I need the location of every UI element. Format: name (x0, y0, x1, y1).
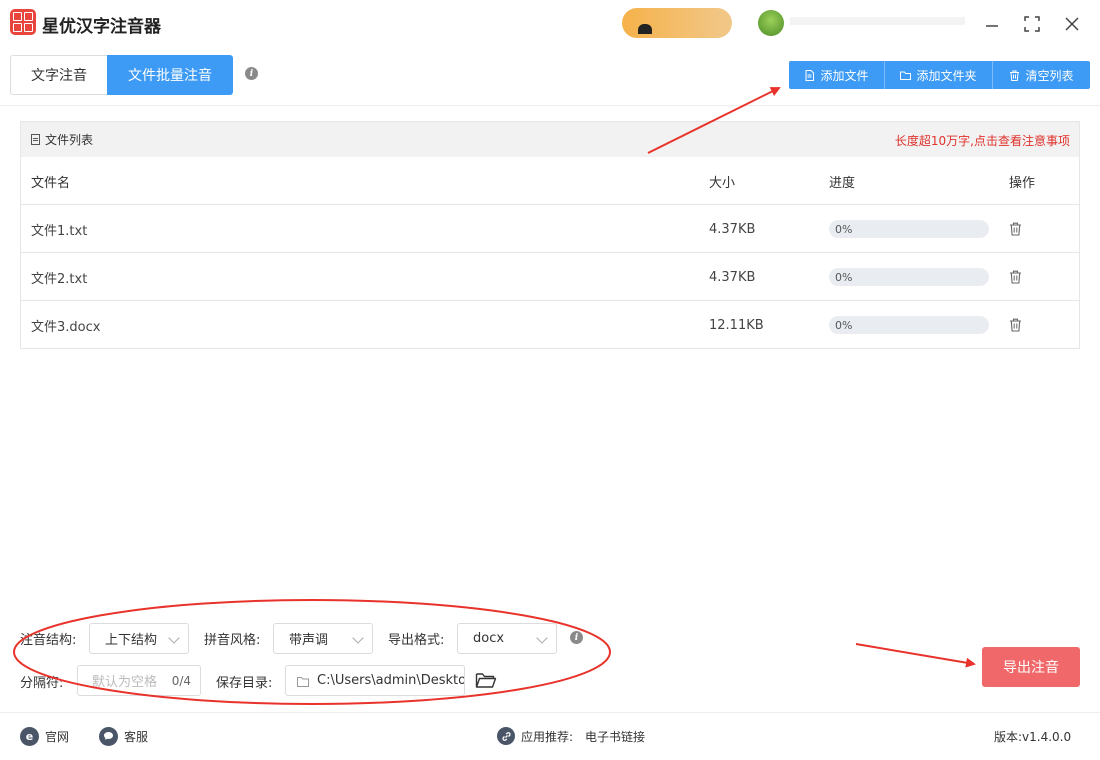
pinyin-style-value: 带声调 (289, 633, 329, 648)
table-row[interactable]: 文件1.txt 4.37KB 0% (21, 205, 1079, 253)
file-list-title: 文件列表 (45, 133, 94, 147)
structure-select[interactable]: 上下结构 (89, 623, 189, 654)
file-list-header: 文件列表 长度超10万字,点击查看注意事项 (21, 122, 1079, 157)
folder-icon (900, 71, 912, 80)
info-icon[interactable]: i (245, 67, 258, 80)
column-header-name: 文件名 (31, 175, 71, 191)
add-file-label: 添加文件 (820, 68, 869, 83)
file-size: 12.11KB (709, 317, 764, 333)
minimize-icon[interactable] (980, 12, 1004, 36)
progress-bar: 0% (829, 268, 989, 286)
file-icon (805, 69, 815, 81)
ebook-link[interactable]: 电子书链接 (585, 728, 645, 745)
progress-text: 0% (835, 318, 853, 332)
file-size: 4.37KB (709, 221, 756, 237)
chevron-down-icon (168, 632, 180, 644)
recommend-section: 应用推荐: 电子书链接 (497, 726, 645, 746)
support-link[interactable]: 客服 (99, 726, 148, 746)
file-toolbar: 添加文件 添加文件夹 清空列表 (789, 61, 1090, 89)
structure-label: 注音结构: (20, 633, 77, 648)
add-folder-label: 添加文件夹 (916, 68, 977, 83)
file-list-panel: 文件列表 长度超10万字,点击查看注意事项 文件名 大小 进度 操作 文件1.t… (20, 121, 1080, 349)
header-divider (0, 105, 1100, 106)
save-dir-value: C:\Users\admin\Deskto (317, 673, 465, 688)
separator-label: 分隔符: (20, 676, 64, 691)
tab-batch-file-annotation[interactable]: 文件批量注音 (107, 55, 233, 95)
progress-bar: 0% (829, 220, 989, 238)
pinyin-style-select[interactable]: 带声调 (273, 623, 373, 654)
add-folder-button[interactable]: 添加文件夹 (885, 61, 993, 89)
maximize-icon[interactable] (1020, 12, 1044, 36)
notice-link[interactable]: 长度超10万字,点击查看注意事项 (895, 132, 1070, 149)
trash-icon[interactable] (1009, 270, 1022, 284)
support-label: 客服 (124, 729, 149, 744)
chevron-down-icon (352, 632, 364, 644)
column-header-size: 大小 (709, 175, 736, 191)
save-dir-label: 保存目录: (216, 676, 273, 691)
separator-placeholder: 默认为空格 (92, 675, 158, 690)
website-link[interactable]: e 官网 (20, 726, 69, 746)
export-format-value: docx (473, 631, 505, 646)
open-folder-icon[interactable] (475, 670, 497, 690)
export-format-select[interactable]: docx (457, 623, 557, 654)
recommend-label: 应用推荐: (521, 729, 574, 744)
file-size: 4.37KB (709, 269, 756, 285)
pinyin-style-label: 拼音风格: (204, 633, 261, 648)
app-title: 星优汉字注音器 (42, 17, 161, 37)
table-row[interactable]: 文件3.docx 12.11KB 0% (21, 301, 1079, 349)
progress-text: 0% (835, 270, 853, 284)
version-text: 版本:v1.4.0.0 (994, 729, 1072, 744)
website-label: 官网 (45, 729, 70, 744)
column-header-action: 操作 (1009, 175, 1036, 191)
clear-list-button[interactable]: 清空列表 (993, 61, 1090, 89)
trash-icon[interactable] (1009, 318, 1022, 332)
file-name: 文件2.txt (31, 271, 88, 287)
table-header: 文件名 大小 进度 操作 (21, 157, 1079, 205)
export-format-label: 导出格式: (388, 633, 445, 648)
progress-text: 0% (835, 222, 853, 236)
info-icon[interactable]: i (570, 631, 583, 644)
close-icon[interactable] (1060, 12, 1084, 36)
chat-bubble-icon (99, 726, 118, 746)
user-name-redacted (790, 17, 965, 25)
trash-icon[interactable] (1009, 222, 1022, 236)
save-dir-input[interactable]: C:\Users\admin\Deskto (285, 665, 465, 696)
chevron-down-icon (536, 632, 548, 644)
file-name: 文件1.txt (31, 223, 88, 239)
footer-divider (0, 712, 1100, 713)
link-icon (497, 727, 515, 745)
vip-badge[interactable] (622, 8, 732, 38)
annotation-arrow (855, 643, 976, 668)
separator-counter: 0/4 (171, 673, 191, 688)
table-row[interactable]: 文件2.txt 4.37KB 0% (21, 253, 1079, 301)
edge-browser-icon: e (20, 726, 39, 746)
clear-list-label: 清空列表 (1025, 68, 1074, 83)
column-header-progress: 进度 (829, 175, 856, 191)
file-name: 文件3.docx (31, 319, 101, 335)
trash-icon (1010, 70, 1020, 81)
avatar[interactable] (758, 10, 784, 36)
separator-input[interactable]: 默认为空格 0/4 (77, 665, 201, 696)
add-file-button[interactable]: 添加文件 (789, 61, 885, 89)
tab-text-annotation[interactable]: 文字注音 (10, 55, 107, 95)
title-bar: 星优汉字注音器 (0, 0, 1100, 48)
folder-icon (297, 677, 309, 687)
app-logo-icon (10, 9, 36, 35)
export-button[interactable]: 导出注音 (982, 647, 1080, 687)
list-icon (31, 134, 40, 145)
structure-value: 上下结构 (105, 633, 158, 648)
progress-bar: 0% (829, 316, 989, 334)
